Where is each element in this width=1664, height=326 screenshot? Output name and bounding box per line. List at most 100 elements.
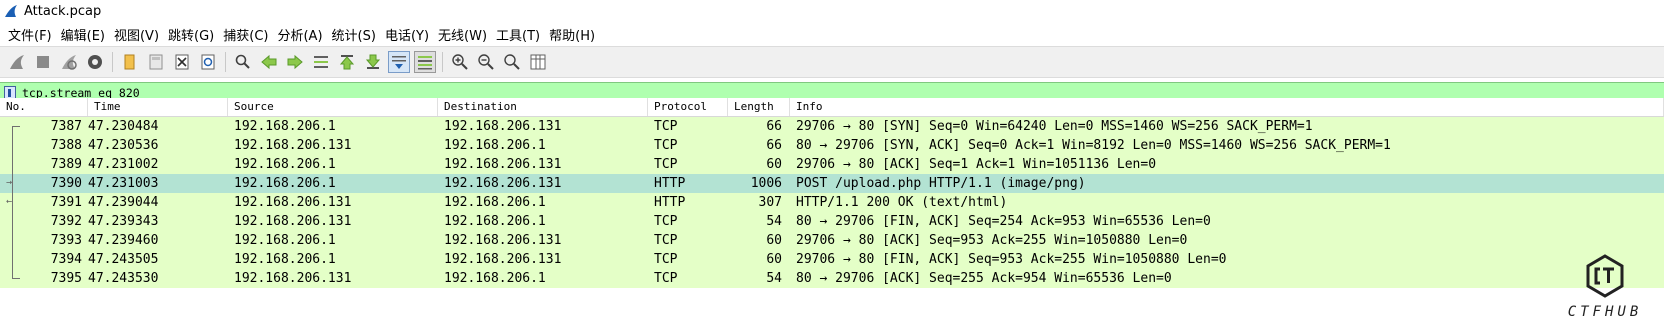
- column-header-protocol[interactable]: Protocol: [648, 98, 728, 116]
- packet-destination: 192.168.206.1: [444, 214, 546, 229]
- first-packet-icon: [339, 55, 355, 70]
- normal-size-button[interactable]: [501, 51, 523, 73]
- find-packet-button[interactable]: [232, 51, 254, 73]
- reload-icon: [201, 54, 215, 70]
- conversation-line: [12, 174, 13, 193]
- packet-source: 192.168.206.131: [234, 214, 352, 229]
- go-back-icon: [261, 54, 277, 70]
- packet-protocol: TCP: [654, 252, 678, 267]
- packet-destination: 192.168.206.131: [444, 252, 562, 267]
- column-header-no[interactable]: No.: [0, 98, 88, 116]
- column-header-info[interactable]: Info: [790, 98, 1664, 116]
- colorize-button[interactable]: [414, 51, 436, 73]
- conversation-line: [12, 193, 13, 212]
- packet-protocol: TCP: [654, 214, 678, 229]
- menu-capture[interactable]: 捕获(C): [221, 25, 275, 44]
- menu-tools[interactable]: 工具(T): [494, 25, 547, 44]
- packet-number: 7391: [50, 195, 82, 210]
- main-toolbar: [0, 46, 1664, 78]
- packet-row[interactable]: 7388 47.230536 192.168.206.131 192.168.2…: [0, 136, 1664, 155]
- colorize-icon: [418, 56, 432, 70]
- go-forward-button[interactable]: [284, 51, 306, 73]
- packet-info: 80 → 29706 [FIN, ACK] Seq=254 Ack=953 Wi…: [796, 214, 1211, 229]
- conversation-line: [12, 250, 13, 269]
- packet-row[interactable]: → 7390 47.231003 192.168.206.1 192.168.20…: [0, 174, 1664, 193]
- menu-file[interactable]: 文件(F): [6, 25, 59, 44]
- packet-row[interactable]: 7394 47.243505 192.168.206.1 192.168.206…: [0, 250, 1664, 269]
- conversation-line: [12, 212, 13, 231]
- packet-number: 7389: [50, 157, 82, 172]
- menu-telephony[interactable]: 电话(Y): [383, 25, 436, 44]
- packet-row[interactable]: 7392 47.239343 192.168.206.131 192.168.2…: [0, 212, 1664, 231]
- menu-bar: 文件(F) 编辑(E) 视图(V) 跳转(G) 捕获(C) 分析(A) 统计(S…: [0, 22, 1664, 46]
- zoom-out-button[interactable]: [475, 51, 497, 73]
- packet-source: 192.168.206.1: [234, 233, 336, 248]
- column-header-destination[interactable]: Destination: [438, 98, 648, 116]
- auto-scroll-button[interactable]: [388, 51, 410, 73]
- open-file-button[interactable]: [119, 51, 141, 73]
- start-capture-icon: [10, 55, 24, 69]
- packet-protocol: TCP: [654, 157, 678, 172]
- packet-protocol: TCP: [654, 138, 678, 153]
- go-to-packet-button[interactable]: [310, 51, 332, 73]
- conversation-line: [12, 231, 13, 250]
- close-file-button[interactable]: [171, 51, 193, 73]
- ctfhub-logo-icon: [1586, 254, 1624, 298]
- stop-capture-button[interactable]: [32, 51, 54, 73]
- resize-columns-button[interactable]: [527, 51, 549, 73]
- conversation-line: [12, 126, 13, 136]
- start-capture-button[interactable]: [6, 51, 28, 73]
- packet-list: No. Time Source Destination Protocol Len…: [0, 98, 1664, 288]
- packet-row[interactable]: 7393 47.239460 192.168.206.1 192.168.206…: [0, 231, 1664, 250]
- packet-destination: 192.168.206.131: [444, 157, 562, 172]
- packet-destination: 192.168.206.1: [444, 138, 546, 153]
- packet-number: 7392: [50, 214, 82, 229]
- packet-destination: 192.168.206.131: [444, 233, 562, 248]
- toolbar-separator: [112, 52, 113, 72]
- packet-info: 29706 → 80 [ACK] Seq=1 Ack=1 Win=1051136…: [796, 157, 1157, 172]
- last-packet-button[interactable]: [362, 51, 384, 73]
- packet-protocol: TCP: [654, 119, 678, 134]
- auto-scroll-icon: [392, 56, 406, 69]
- packet-time: 47.239343: [88, 214, 159, 229]
- packet-info: 80 → 29706 [SYN, ACK] Seq=0 Ack=1 Win=81…: [796, 138, 1391, 153]
- reload-button[interactable]: [197, 51, 219, 73]
- resize-columns-icon: [530, 54, 546, 70]
- packet-info: POST /upload.php HTTP/1.1 (image/png): [796, 176, 1086, 191]
- packet-time: 47.239044: [88, 195, 159, 210]
- packet-time: 47.239460: [88, 233, 159, 248]
- menu-wireless[interactable]: 无线(W): [436, 25, 494, 44]
- go-back-button[interactable]: [258, 51, 280, 73]
- packet-row[interactable]: ← 7391 47.239044 192.168.206.131 192.168.…: [0, 193, 1664, 212]
- capture-options-button[interactable]: [84, 51, 106, 73]
- column-header-time[interactable]: Time: [88, 98, 228, 116]
- menu-analyze[interactable]: 分析(A): [275, 25, 329, 44]
- zoom-in-icon: [452, 54, 468, 70]
- close-file-icon: [175, 54, 189, 70]
- packet-row[interactable]: 7395 47.243530 192.168.206.131 192.168.2…: [0, 269, 1664, 288]
- save-file-button[interactable]: [145, 51, 167, 73]
- packet-destination: 192.168.206.131: [444, 176, 562, 191]
- menu-view[interactable]: 视图(V): [112, 25, 166, 44]
- packet-source: 192.168.206.1: [234, 252, 336, 267]
- menu-edit[interactable]: 编辑(E): [59, 25, 112, 44]
- menu-go[interactable]: 跳转(G): [166, 25, 221, 44]
- first-packet-button[interactable]: [336, 51, 358, 73]
- save-file-icon: [149, 54, 163, 70]
- packet-row[interactable]: 7389 47.231002 192.168.206.1 192.168.206…: [0, 155, 1664, 174]
- zoom-out-icon: [478, 54, 494, 70]
- menu-statistics[interactable]: 统计(S): [330, 25, 383, 44]
- packet-length: 66: [766, 138, 782, 153]
- column-header-source[interactable]: Source: [228, 98, 438, 116]
- menu-help[interactable]: 帮助(H): [547, 25, 602, 44]
- toolbar-separator: [225, 52, 226, 72]
- restart-capture-button[interactable]: [58, 51, 80, 73]
- packet-row[interactable]: 7387 47.230484 192.168.206.1 192.168.206…: [0, 117, 1664, 136]
- column-header-length[interactable]: Length: [728, 98, 790, 116]
- packet-info: 29706 → 80 [ACK] Seq=953 Ack=255 Win=105…: [796, 233, 1188, 248]
- packet-length: 60: [766, 157, 782, 172]
- packet-number: 7394: [50, 252, 82, 267]
- packet-length: 54: [766, 271, 782, 286]
- packet-length: 66: [766, 119, 782, 134]
- zoom-in-button[interactable]: [449, 51, 471, 73]
